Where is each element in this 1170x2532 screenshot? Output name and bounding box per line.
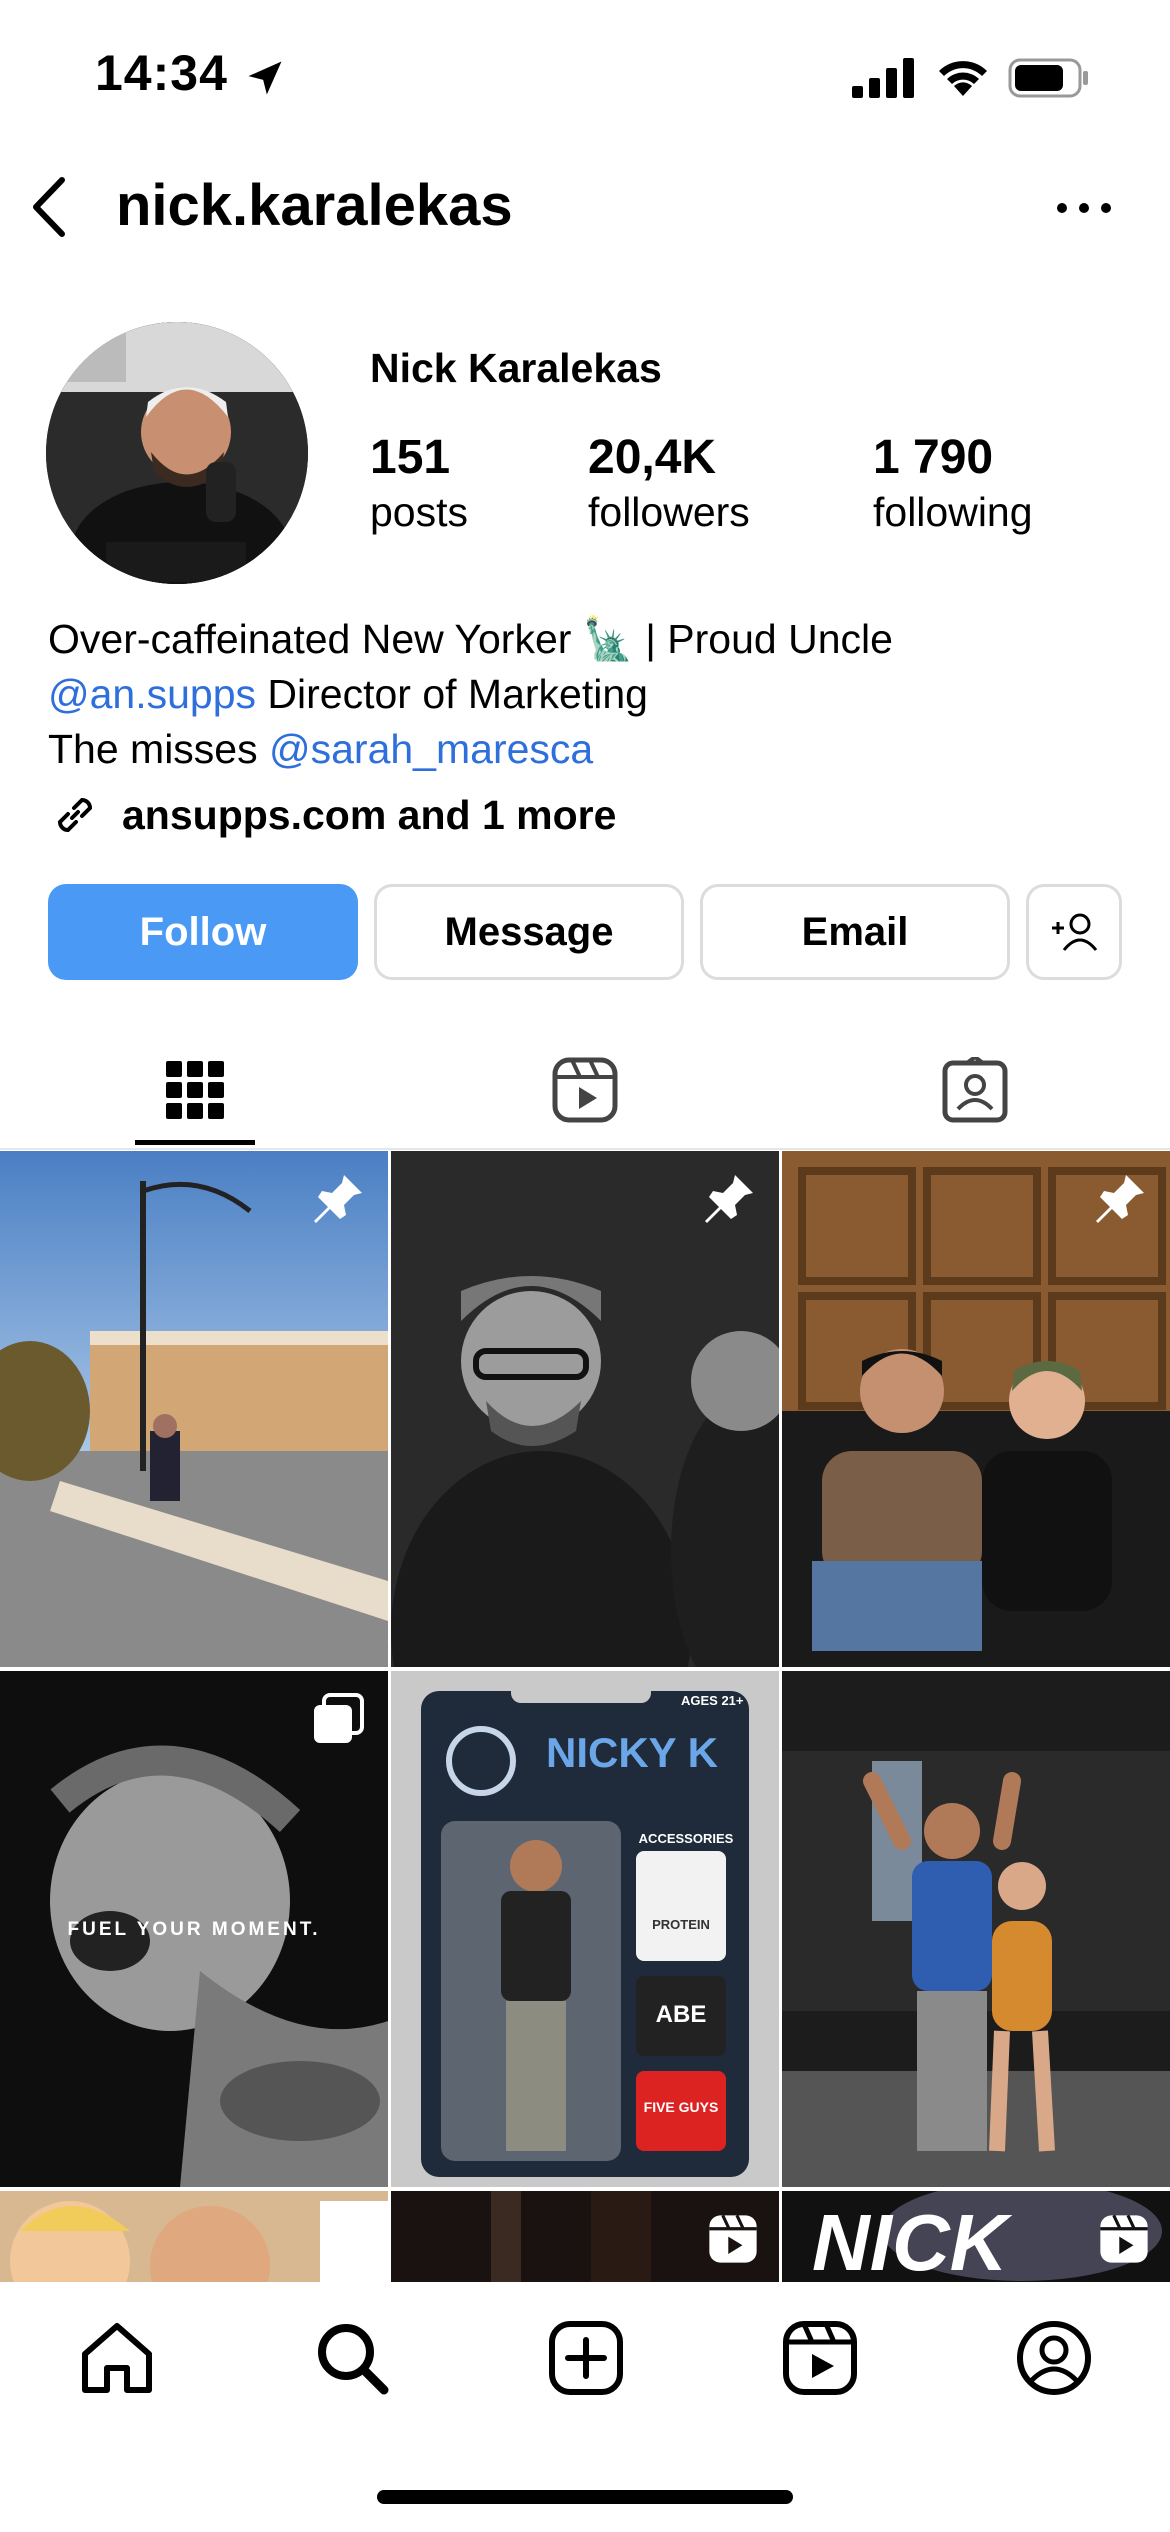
back-icon[interactable] bbox=[24, 172, 74, 242]
pin-icon bbox=[705, 1175, 753, 1223]
bio-text: Director of Marketing bbox=[256, 671, 648, 717]
link-icon bbox=[57, 797, 93, 833]
stat-followers[interactable]: 20,4K followers bbox=[588, 430, 750, 536]
post-tile[interactable]: NICK bbox=[782, 2191, 1170, 2282]
stat-value: 1 790 bbox=[873, 431, 994, 484]
post-tile[interactable] bbox=[391, 2191, 779, 2282]
follow-button[interactable]: Follow bbox=[48, 884, 358, 980]
more-icon[interactable] bbox=[1056, 196, 1112, 220]
bio-line: Over-caffeinated New Yorker 🗽 | Proud Un… bbox=[48, 616, 893, 662]
stat-label: followers bbox=[588, 489, 750, 535]
post-tile[interactable] bbox=[0, 1151, 388, 1667]
stat-label: following bbox=[873, 489, 1033, 535]
stat-posts[interactable]: 151 posts bbox=[370, 430, 468, 536]
profile-icon[interactable] bbox=[1014, 2318, 1094, 2398]
reels-icon bbox=[1100, 2214, 1148, 2263]
post-tile[interactable]: NICKY K AGES 21+ ACCESSORIES PROTEIN ABE… bbox=[391, 1671, 779, 2187]
post-accessories-text: ACCESSORIES bbox=[638, 1831, 734, 1846]
home-icon[interactable] bbox=[77, 2318, 157, 2398]
home-indicator bbox=[377, 2490, 793, 2504]
bio-line: @an.supps Director of Marketing bbox=[48, 667, 893, 722]
post-tile[interactable] bbox=[0, 2191, 388, 2282]
bio-mention-link[interactable]: @sarah_maresca bbox=[269, 726, 593, 772]
reels-icon bbox=[552, 1057, 618, 1123]
tab-active-indicator bbox=[135, 1140, 255, 1145]
post-image bbox=[782, 1671, 1170, 2187]
bio-mention-link[interactable]: @an.supps bbox=[48, 671, 256, 717]
reels-icon bbox=[709, 2214, 757, 2263]
stat-value: 151 bbox=[370, 431, 451, 484]
pin-icon bbox=[314, 1175, 362, 1223]
post-item-text: ABE bbox=[655, 2001, 707, 2028]
external-link[interactable]: ansupps.com and 1 more bbox=[48, 788, 616, 842]
post-tile[interactable] bbox=[782, 1151, 1170, 1667]
bio-text: The misses bbox=[48, 726, 269, 772]
link-text: ansupps.com and 1 more bbox=[122, 791, 617, 838]
avatar[interactable] bbox=[46, 322, 308, 584]
search-icon[interactable] bbox=[312, 2318, 392, 2398]
tab-posts[interactable] bbox=[0, 1040, 390, 1140]
post-tile[interactable] bbox=[391, 1151, 779, 1667]
post-tile[interactable] bbox=[782, 1671, 1170, 2187]
tab-tagged[interactable] bbox=[780, 1040, 1170, 1140]
bio-line: The misses @sarah_maresca bbox=[48, 722, 893, 777]
display-name: Nick Karalekas bbox=[370, 345, 662, 391]
post-caption-text: FUEL YOUR MOMENT. bbox=[67, 1919, 321, 1940]
location-arrow-icon bbox=[248, 61, 282, 95]
post-tile[interactable]: FUEL YOUR MOMENT. bbox=[0, 1671, 388, 2187]
tagged-icon bbox=[942, 1057, 1008, 1123]
post-age-text: AGES 21+ bbox=[681, 1693, 744, 1708]
suggested-users-button[interactable] bbox=[1026, 884, 1122, 980]
grid-icon bbox=[166, 1061, 224, 1119]
battery-icon bbox=[1008, 58, 1088, 98]
stat-following[interactable]: 1 790 following bbox=[873, 430, 1033, 536]
post-item-text: PROTEIN bbox=[652, 1917, 710, 1932]
pin-icon bbox=[1096, 1175, 1144, 1223]
divider bbox=[0, 1148, 1170, 1150]
post-item-text: FIVE GUYS bbox=[643, 2099, 719, 2115]
status-time: 14:34 bbox=[95, 45, 228, 101]
message-button[interactable]: Message bbox=[374, 884, 684, 980]
stat-label: posts bbox=[370, 489, 468, 535]
tab-reels[interactable] bbox=[390, 1040, 780, 1140]
create-icon[interactable] bbox=[546, 2318, 626, 2398]
status-bar: 14:34 bbox=[0, 0, 1170, 150]
reels-icon[interactable] bbox=[780, 2318, 860, 2398]
bio: Over-caffeinated New Yorker 🗽 | Proud Un… bbox=[48, 612, 893, 777]
post-title-text: NICKY K bbox=[546, 1729, 718, 1776]
add-user-icon bbox=[1052, 913, 1098, 951]
email-button[interactable]: Email bbox=[700, 884, 1010, 980]
carousel-icon bbox=[314, 1693, 364, 1743]
post-image bbox=[0, 2191, 388, 2282]
profile-username: nick.karalekas bbox=[116, 173, 513, 238]
signal-icon bbox=[852, 58, 914, 98]
wifi-icon bbox=[939, 61, 987, 96]
post-title-text: NICK bbox=[812, 2198, 1008, 2282]
stat-value: 20,4K bbox=[588, 431, 717, 484]
